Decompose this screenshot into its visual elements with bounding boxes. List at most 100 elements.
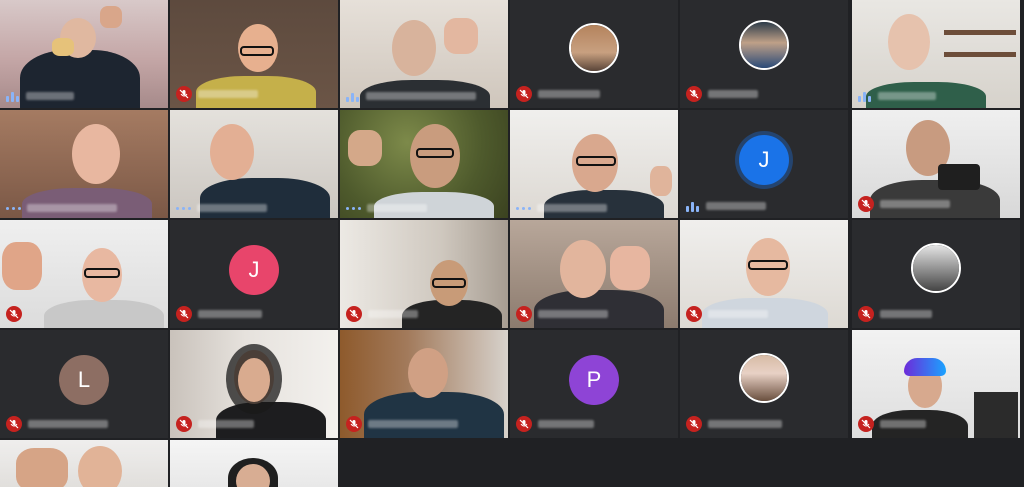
mic-off-icon — [6, 306, 22, 322]
participant-status — [516, 204, 607, 212]
participant-tile[interactable] — [0, 220, 168, 328]
participant-tile[interactable] — [340, 0, 508, 108]
speaking-indicator-icon — [516, 206, 531, 210]
participant-status — [858, 306, 932, 322]
participant-name — [880, 420, 926, 428]
participant-name — [198, 420, 254, 428]
participant-status — [176, 204, 267, 212]
participant-status — [516, 306, 608, 322]
participant-name — [708, 90, 758, 98]
participant-status — [516, 86, 600, 102]
participant-avatar — [911, 242, 961, 293]
mic-off-icon — [6, 416, 22, 432]
mic-off-icon — [858, 306, 874, 322]
participant-status — [346, 416, 458, 432]
participant-tile[interactable] — [340, 220, 508, 328]
mic-off-icon — [858, 416, 874, 432]
participant-status — [858, 196, 950, 212]
participant-name — [880, 200, 950, 208]
participant-tile[interactable] — [852, 220, 1020, 328]
participant-name — [706, 202, 766, 210]
participant-name — [538, 420, 594, 428]
speaking-indicator-icon — [6, 90, 20, 102]
participant-tile[interactable] — [852, 0, 1020, 108]
participant-name — [538, 310, 608, 318]
participant-tile[interactable] — [0, 440, 168, 487]
participant-tile[interactable] — [510, 220, 678, 328]
speaking-indicator-icon — [346, 90, 360, 102]
participant-name — [27, 204, 117, 212]
participant-avatar — [569, 22, 619, 73]
participant-avatar: J — [739, 134, 789, 185]
participant-name — [198, 90, 258, 98]
participant-tile[interactable] — [852, 110, 1020, 218]
mic-off-icon — [516, 306, 532, 322]
participant-name — [537, 204, 607, 212]
participant-status — [176, 306, 262, 322]
participant-avatar: L — [59, 354, 109, 405]
mic-off-icon — [176, 416, 192, 432]
mic-off-icon — [858, 196, 874, 212]
speaking-indicator-icon — [176, 206, 191, 210]
participant-status — [858, 90, 936, 102]
participant-tile[interactable] — [0, 110, 168, 218]
mic-off-icon — [176, 306, 192, 322]
mic-off-icon — [346, 416, 362, 432]
participant-name — [198, 310, 262, 318]
participant-avatar — [739, 20, 789, 71]
speaking-indicator-icon — [858, 90, 872, 102]
mic-off-icon — [346, 306, 362, 322]
participant-name — [880, 310, 932, 318]
participant-tile[interactable] — [680, 330, 848, 438]
participant-tile[interactable] — [852, 330, 1020, 438]
participant-avatar — [739, 352, 789, 403]
participant-status — [6, 306, 22, 322]
participant-name — [367, 204, 427, 212]
participant-status — [686, 200, 766, 212]
participant-status — [6, 90, 74, 102]
participant-name — [26, 92, 74, 100]
participant-name — [708, 310, 768, 318]
participant-name — [368, 420, 458, 428]
participant-status — [346, 90, 476, 102]
participant-status — [686, 416, 782, 432]
participant-name — [28, 420, 108, 428]
participant-tile[interactable]: L — [0, 330, 168, 438]
participant-status — [6, 204, 117, 212]
video-call-grid: J J L P — [0, 0, 1024, 487]
mic-off-icon — [686, 86, 702, 102]
speaking-indicator-icon — [346, 206, 361, 210]
participant-status — [346, 306, 418, 322]
participant-avatar: J — [229, 244, 279, 295]
participant-name — [197, 204, 267, 212]
participant-status — [858, 416, 926, 432]
participant-name — [538, 90, 600, 98]
participant-tile[interactable] — [0, 0, 168, 108]
participant-tile[interactable]: P — [510, 330, 678, 438]
participant-avatar: P — [569, 354, 619, 405]
participant-status — [516, 416, 594, 432]
participant-status — [176, 416, 254, 432]
speaking-indicator-icon — [6, 206, 21, 210]
participant-tile[interactable]: J — [680, 110, 848, 218]
participant-status — [6, 416, 108, 432]
mic-off-icon — [686, 416, 702, 432]
participant-tile[interactable] — [340, 330, 508, 438]
participant-tile[interactable]: J — [170, 220, 338, 328]
participant-tile[interactable] — [680, 0, 848, 108]
participant-tile[interactable] — [170, 110, 338, 218]
participant-tile[interactable] — [340, 110, 508, 218]
speaking-indicator-icon — [686, 200, 700, 212]
participant-tile[interactable] — [170, 0, 338, 108]
participant-name — [878, 92, 936, 100]
mic-off-icon — [686, 306, 702, 322]
mic-off-icon — [516, 86, 532, 102]
participant-tile[interactable] — [510, 0, 678, 108]
participant-status — [176, 86, 258, 102]
mic-off-icon — [516, 416, 532, 432]
participant-tile[interactable] — [170, 330, 338, 438]
participant-name — [368, 310, 418, 318]
participant-tile[interactable] — [680, 220, 848, 328]
participant-tile[interactable] — [170, 440, 338, 487]
participant-tile[interactable] — [510, 110, 678, 218]
